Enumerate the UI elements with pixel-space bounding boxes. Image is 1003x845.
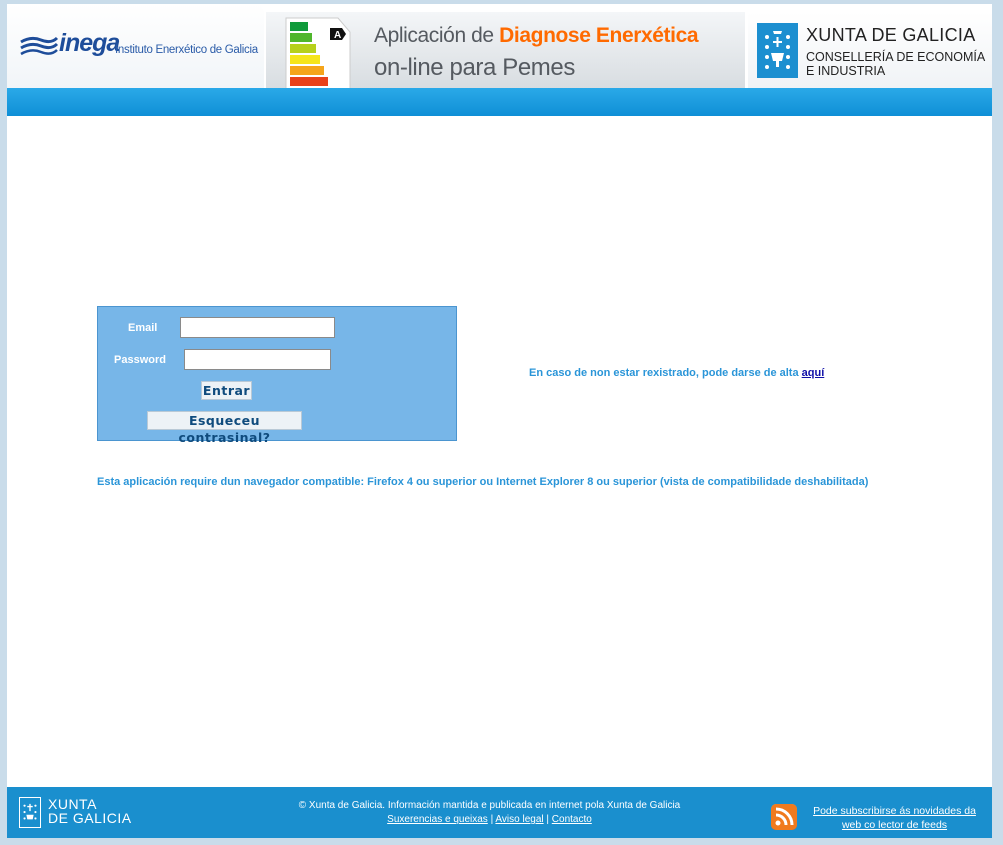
xunta-footer-crest-icon (19, 797, 41, 828)
app-title-banner: A Aplicación de Diagnose Enerxética on-l… (266, 12, 745, 90)
rss-subscribe-link[interactable]: Pode subscribirse ás novidades da web co… (802, 804, 987, 832)
site-footer: XUNTA DE GALICIA © Xunta de Galicia. Inf… (7, 787, 992, 838)
forgot-password-button[interactable]: Esqueceu contrasinal? (147, 411, 302, 445)
footer-copyright: © Xunta de Galicia. Información mantida … (298, 800, 681, 811)
register-text: En caso de non estar rexistrado, pode da… (529, 367, 802, 379)
inega-waves-icon (20, 36, 59, 56)
password-label: Password (114, 354, 166, 366)
xunta-banner[interactable]: XUNTA DE GALICIA CONSELLERÍA DE ECONOMÍA… (748, 12, 992, 88)
suggestions-link[interactable]: Suxerencias e queixas (387, 814, 488, 825)
app-title: Aplicación de Diagnose Enerxética (374, 24, 699, 48)
energy-rating-letter: A (334, 30, 342, 41)
energy-rating-icon (285, 17, 351, 90)
site-header: inega Instituto Enerxético de Galicia A … (7, 4, 992, 116)
register-notice: En caso de non estar rexistrado, pode da… (529, 367, 824, 379)
inega-banner[interactable]: inega Instituto Enerxético de Galicia (7, 4, 264, 88)
app-title-highlight: Diagnose Enerxética (499, 24, 699, 47)
register-link[interactable]: aquí (802, 367, 825, 379)
xunta-title: XUNTA DE GALICIA (806, 25, 976, 45)
legal-notice-link[interactable]: Aviso legal (495, 814, 543, 825)
inega-wordmark: inega (59, 29, 120, 57)
rss-icon[interactable] (771, 804, 797, 830)
xunta-department-line1: CONSELLERÍA DE ECONOMÍA (806, 50, 986, 64)
footer-separator: | (546, 814, 549, 825)
contact-link[interactable]: Contacto (552, 814, 592, 825)
footer-separator: | (490, 814, 494, 825)
email-label: Email (128, 322, 158, 334)
app-title-prefix: Aplicación de (374, 24, 500, 47)
header-nav-bar (7, 88, 992, 116)
footer-logo-line2: DE GALICIA (48, 810, 132, 826)
login-button[interactable]: Entrar (201, 381, 252, 400)
login-form: Email Password Entrar Esqueceu contrasin… (97, 306, 457, 445)
page-frame: inega Instituto Enerxético de Galicia A … (7, 4, 992, 838)
inega-logo: inega Instituto Enerxético de Galicia (19, 29, 259, 66)
footer-links: Suxerencias e queixas | Aviso legal | Co… (207, 814, 772, 825)
app-subtitle: on-line para Pemes (374, 54, 575, 81)
inega-subtitle: Instituto Enerxético de Galicia (115, 44, 258, 56)
email-field[interactable] (180, 317, 335, 338)
browser-compatibility-notice: Esta aplicación require dun navegador co… (97, 476, 869, 488)
xunta-crest-icon (757, 23, 798, 78)
xunta-department-line2: E INDUSTRIA (806, 64, 886, 78)
password-field[interactable] (184, 349, 331, 370)
